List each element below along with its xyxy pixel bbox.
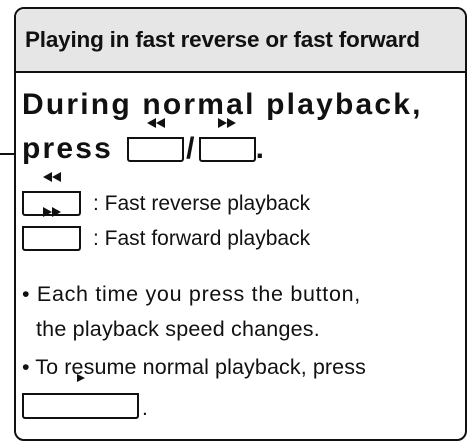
fast-reverse-description: : Fast reverse playback bbox=[93, 192, 311, 215]
card-title: Playing in fast reverse or fast forward bbox=[25, 27, 420, 52]
fast-forward-button-small[interactable] bbox=[22, 207, 81, 251]
fast-forward-button[interactable] bbox=[198, 118, 256, 162]
separator-slash: / bbox=[186, 132, 197, 165]
note-speed-change-continued: the playback speed changes. bbox=[36, 317, 320, 341]
margin-rule bbox=[0, 153, 14, 155]
fast-reverse-icon bbox=[24, 172, 79, 182]
fast-forward-description: : Fast forward playback bbox=[93, 227, 311, 250]
fast-reverse-icon bbox=[129, 118, 182, 128]
fast-forward-row: : Fast forward playback bbox=[22, 207, 311, 251]
play-row: . bbox=[22, 374, 148, 420]
fast-reverse-button[interactable] bbox=[127, 118, 185, 162]
play-icon bbox=[24, 374, 137, 382]
heading-period: . bbox=[255, 132, 267, 165]
card-header: Playing in fast reverse or fast forward bbox=[16, 9, 465, 73]
note-end-period: . bbox=[142, 397, 148, 420]
instruction-heading-line1: During normal playback, bbox=[22, 88, 423, 121]
press-label: press bbox=[22, 132, 114, 165]
note-speed-change: • Each time you press the button, bbox=[22, 282, 361, 306]
instruction-heading-line2: press / . bbox=[22, 118, 267, 166]
play-button[interactable] bbox=[22, 374, 139, 419]
fast-forward-icon bbox=[24, 207, 79, 217]
fast-forward-icon bbox=[201, 118, 254, 128]
